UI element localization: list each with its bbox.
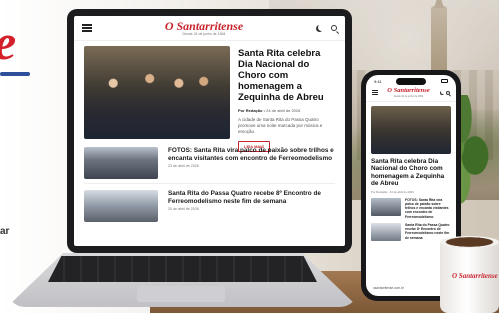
story-image[interactable]: [371, 197, 401, 216]
phone-tagline: Desde 24 de junho de 1864: [393, 94, 424, 98]
list-item[interactable]: FOTOS: Santa Rita vira palco de paixão s…: [74, 147, 345, 179]
hero-summary: A cidade de Santa Rita do Passa Quatro p…: [238, 116, 323, 134]
laptop-keyboard: [48, 256, 317, 282]
laptop-trackpad: [137, 286, 225, 302]
background-church-tower: [431, 6, 447, 76]
story-title[interactable]: FOTOS: Santa Rita vira palco de paixão s…: [405, 198, 451, 219]
list-item[interactable]: Santa Rita do Passa Quatro recebe 8º Enc…: [366, 219, 456, 241]
story-text: FOTOS: Santa Rita vira palco de paixão s…: [168, 147, 335, 179]
cup-logo: O Santarritense: [452, 272, 498, 280]
brand-logo-fragment: e: [0, 17, 16, 67]
header-icons: [316, 25, 337, 32]
divider: [84, 183, 335, 184]
phone-site-logo[interactable]: O Santarritense Desde 24 de junho de 186…: [387, 87, 430, 98]
phone-hero-title[interactable]: Santa Rita celebra Dia Nacional do Choro…: [366, 154, 456, 188]
site-logo[interactable]: O Santarritense Desde 24 de junho de 186…: [165, 20, 243, 37]
site-logo-text: O Santarritense: [164, 18, 244, 33]
phone-hero-image[interactable]: [371, 105, 451, 154]
moon-icon[interactable]: [318, 24, 325, 31]
brand-swoosh: [0, 72, 30, 76]
status-time: 9:41: [374, 79, 382, 84]
story-title[interactable]: Santa Rita do Passa Quatro recebe 8º Enc…: [168, 190, 335, 205]
moon-icon[interactable]: [441, 90, 445, 94]
hero-title[interactable]: Santa Rita celebra Dia Nacional do Choro…: [238, 48, 335, 104]
phone-site-header: O Santarritense Desde 24 de junho de 186…: [366, 84, 456, 102]
footer-url[interactable]: osantarritense.com.br: [373, 286, 404, 290]
hero-byline: Por Redação • 24 de abril de 2026: [238, 108, 335, 113]
search-icon[interactable]: [445, 90, 450, 95]
phone-logo-text: O Santarritense: [387, 87, 430, 94]
hero-image[interactable]: [84, 46, 230, 139]
story-image[interactable]: [84, 147, 158, 179]
laptop-webpage: O Santarritense Desde 24 de junho de 186…: [74, 16, 345, 246]
byline-date: 24 de abril de 2026: [266, 107, 301, 113]
story-text: Santa Rita do Passa Quatro recebe 8º Enc…: [168, 190, 335, 222]
laptop-screen: O Santarritense Desde 24 de junho de 186…: [67, 9, 352, 253]
story-date: 20 de abril de 2026: [168, 207, 199, 212]
site-header: O Santarritense Desde 24 de junho de 186…: [74, 16, 345, 41]
story-date: 23 de abril de 2026: [168, 164, 199, 169]
search-icon[interactable]: [330, 25, 337, 31]
list-item[interactable]: FOTOS: Santa Rita vira palco de paixão s…: [366, 194, 456, 219]
story-image[interactable]: [371, 222, 401, 241]
list-item[interactable]: Santa Rita do Passa Quatro recebe 8º Enc…: [74, 190, 345, 222]
phone-notch: [396, 78, 426, 85]
story-title[interactable]: FOTOS: Santa Rita vira palco de paixão s…: [168, 147, 335, 162]
hero-article: Santa Rita celebra Dia Nacional do Choro…: [74, 41, 345, 152]
battery-icon: [441, 79, 448, 83]
phone-header-icons: [439, 90, 450, 95]
site-tagline: Desde 24 de junho de 1864: [182, 31, 226, 36]
byline-author: Por Redação: [238, 107, 263, 113]
side-text-fragment: ar: [0, 226, 10, 237]
hamburger-icon[interactable]: [372, 90, 378, 96]
hamburger-icon[interactable]: [82, 24, 92, 32]
coffee-cup-rim: [440, 236, 499, 248]
story-image[interactable]: [84, 190, 158, 222]
hero-text: Santa Rita celebra Dia Nacional do Choro…: [238, 46, 335, 152]
